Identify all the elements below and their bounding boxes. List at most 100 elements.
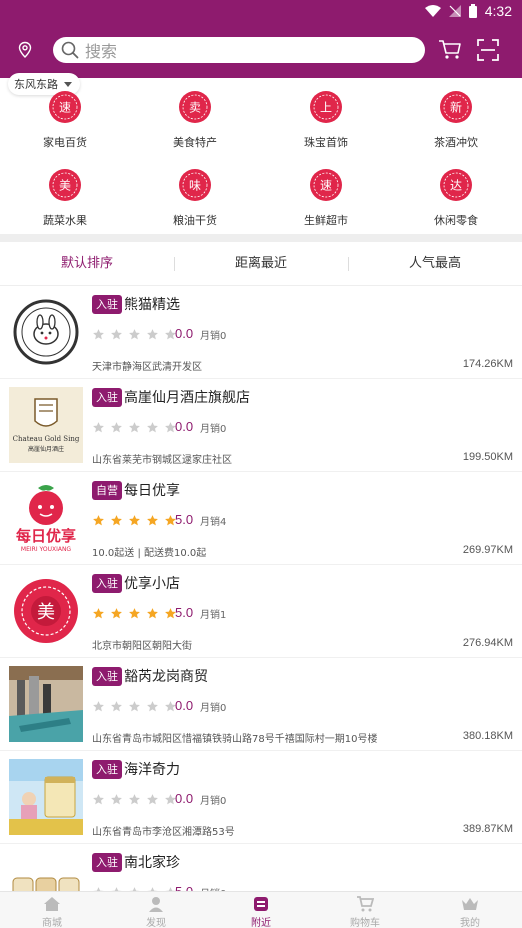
store-distance: 380.18KM [462, 730, 513, 742]
store-tag: 入驻 [92, 295, 122, 314]
category-item[interactable]: 卖 美食特产 [130, 84, 260, 154]
status-icons: 4:32 [424, 3, 512, 19]
category-badge-char: 速 [320, 179, 332, 193]
cart-icon [357, 896, 374, 912]
star-rating [92, 607, 177, 620]
battery-icon [468, 4, 477, 18]
star-icon [129, 608, 140, 619]
tab-mall[interactable]: 商城 [0, 892, 104, 928]
store-sales: 月销0 [200, 703, 227, 714]
category-item[interactable]: 速 家电百货 [0, 84, 130, 154]
star-icon [147, 329, 158, 340]
store-list-item[interactable]: 入驻 熊猫精选 0.0 月销0 天津市静海区武清开发区 174.26KM [0, 286, 522, 379]
category-badge-icon: 卖 [179, 91, 211, 123]
store-sales: 月销0 [200, 796, 227, 807]
store-name: 南北家珍 [124, 855, 180, 871]
star-icon [147, 794, 158, 805]
tab-nearby[interactable]: 附近 [209, 892, 313, 928]
sort-tab-default[interactable]: 默认排序 [0, 242, 174, 286]
store-name: 优享小店 [124, 576, 180, 592]
red-badge-logo-icon: 美 [9, 573, 83, 649]
category-label: 茶酒冲饮 [434, 136, 478, 149]
category-grid: 速 家电百货 卖 美食特产 上 珠宝首饰 新 茶酒冲饮 美 蔬菜水果 味 粮油干… [0, 84, 522, 230]
category-label: 休闲零食 [434, 214, 478, 227]
rabbit-logo-icon [9, 294, 83, 370]
store-tag: 入驻 [92, 574, 122, 593]
store-name: 熊猫精选 [124, 297, 180, 313]
status-bar: 4:32 [0, 0, 522, 24]
store-list-item[interactable]: 入驻 海洋奇力 0.0 月销0 山东省青岛市李沧区湘潭路53号 389.87KM [0, 751, 522, 844]
sort-tab-popularity[interactable]: 人气最高 [348, 242, 522, 286]
star-icon [111, 422, 122, 433]
category-item[interactable]: 上 珠宝首饰 [261, 84, 391, 154]
category-label: 粮油干货 [173, 214, 217, 227]
star-icon [147, 701, 158, 712]
store-thumbnail: 每日优享 MEIRI YOUXIANG [9, 480, 83, 556]
category-label: 生鲜超市 [304, 214, 348, 227]
location-pin-icon[interactable] [16, 41, 34, 59]
tab-label: 附近 [251, 918, 271, 928]
tab-label: 购物车 [350, 918, 380, 928]
star-icon [147, 608, 158, 619]
store-thumbnail [9, 294, 83, 370]
category-item[interactable]: 达 休闲零食 [391, 162, 521, 232]
category-badge-char: 达 [450, 179, 462, 193]
status-time: 4:32 [484, 3, 512, 19]
star-icon [93, 794, 104, 805]
sort-bar: 默认排序 距离最近 人气最高 [0, 242, 522, 286]
category-item[interactable]: 速 生鲜超市 [261, 162, 391, 232]
store-list-item[interactable]: Chateau Gold Sing 高崖仙月酒庄 入驻 高崖仙月酒庄旗舰店 0.… [0, 379, 522, 472]
store-distance: 199.50KM [462, 451, 513, 463]
store-delivery-info: 10.0起送 | 配送费10.0起 [92, 548, 207, 559]
tab-label: 发现 [146, 918, 166, 928]
star-icon [93, 422, 104, 433]
star-icon [111, 701, 122, 712]
store-rating: 0.0 [175, 791, 194, 806]
store-name: 海洋奇力 [124, 762, 180, 778]
category-badge-char: 新 [450, 100, 462, 115]
sort-tab-distance[interactable]: 距离最近 [174, 242, 348, 286]
milk-powder-photo-icon [9, 759, 83, 835]
store-address: 山东省莱芜市钢城区逯家庄社区 [92, 455, 232, 466]
home-icon [44, 897, 60, 911]
knives-photo-icon [9, 666, 83, 742]
tab-discover[interactable]: 发现 [104, 892, 208, 928]
star-icon [129, 515, 140, 526]
tab-mine[interactable]: 我的 [418, 892, 522, 928]
bottom-tab-bar: 商城 发现 附近 购物车 我的 [0, 891, 522, 928]
store-sales: 月销0 [200, 424, 227, 435]
category-badge-char: 速 [59, 101, 71, 115]
store-list-item[interactable]: 入驻 豁芮龙岗商贸 0.0 月销0 山东省青岛市城阳区惜福镇铁骑山路78号千禧国… [0, 658, 522, 751]
tab-cart[interactable]: 购物车 [313, 892, 417, 928]
meiri-logo-subtext: MEIRI YOUXIANG [21, 546, 72, 553]
scan-icon[interactable] [477, 39, 499, 61]
category-label: 美食特产 [173, 136, 217, 149]
nearby-icon [254, 897, 268, 911]
top-header: 搜索 [0, 24, 522, 78]
star-icon [129, 701, 140, 712]
star-icon [147, 422, 158, 433]
cart-icon[interactable] [438, 39, 462, 61]
store-tag: 自营 [92, 481, 122, 500]
search-bar[interactable]: 搜索 [53, 37, 425, 63]
category-item[interactable]: 美 蔬菜水果 [0, 162, 130, 232]
search-icon [61, 41, 79, 59]
category-badge-char: 美 [59, 179, 71, 193]
category-item[interactable]: 新 茶酒冲饮 [391, 84, 521, 154]
store-address: 山东省青岛市李沧区湘潭路53号 [92, 827, 235, 838]
star-rating [92, 514, 177, 527]
star-icon [93, 515, 104, 526]
meiri-logo-text: 每日优享 [16, 527, 76, 545]
category-badge-icon: 味 [179, 169, 211, 201]
star-icon [111, 329, 122, 340]
category-badge-icon: 新 [440, 91, 472, 123]
store-distance: 276.94KM [462, 637, 513, 649]
category-badge-char: 卖 [189, 101, 201, 115]
store-list-item[interactable]: 每日优享 MEIRI YOUXIANG 自营 每日优享 5.0 月销4 10.0… [0, 472, 522, 565]
store-name: 豁芮龙岗商贸 [124, 669, 208, 685]
store-rating: 0.0 [175, 326, 194, 341]
store-list-item[interactable]: 美 入驻 优享小店 5.0 月销1 北京市朝阳区朝阳大街 276.94KM [0, 565, 522, 658]
store-name: 高崖仙月酒庄旗舰店 [124, 390, 250, 406]
red-badge-char: 美 [37, 602, 55, 623]
category-item[interactable]: 味 粮油干货 [130, 162, 260, 232]
